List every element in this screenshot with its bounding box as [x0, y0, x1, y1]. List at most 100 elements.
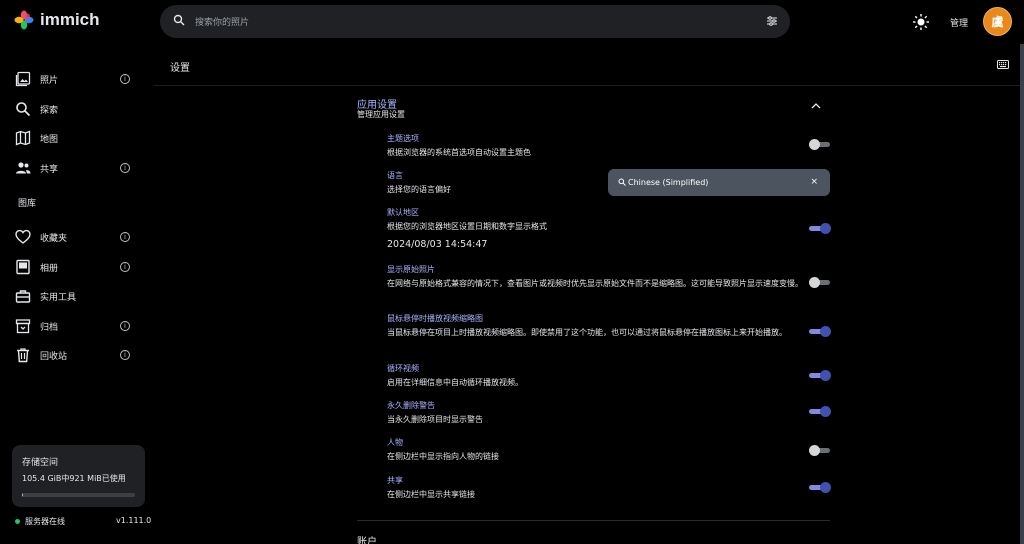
- setting-title: 默认地区: [387, 208, 419, 217]
- setting-title: 鼠标悬停时播放视频缩略图: [387, 314, 483, 323]
- setting-description: 根据浏览器的系统首选项自动设置主题色: [387, 148, 531, 157]
- search-bar[interactable]: 搜索你的照片: [160, 5, 790, 38]
- photos-icon: [15, 71, 31, 87]
- info-icon[interactable]: i: [120, 350, 130, 360]
- keyboard-icon[interactable]: [997, 60, 1009, 70]
- sidebar-item-map[interactable]: 地图: [0, 123, 154, 153]
- chevron-up-icon[interactable]: [811, 102, 821, 110]
- setting-description: 当永久删除项目时显示警告: [387, 415, 483, 424]
- section-subtitle: 管理应用设置: [357, 110, 405, 119]
- sidebar: 照片 i 探索 地图 共享 i 图库 收藏夹 i 相册 i 实用工具 归档 i …: [0, 44, 154, 544]
- setting-description: 在侧边栏中显示共享链接: [387, 490, 475, 499]
- loop-video-toggle[interactable]: [809, 370, 831, 381]
- setting-delete-warning: 永久删除警告 当永久删除项目时显示警告: [387, 400, 807, 426]
- filter-options-icon[interactable]: [766, 15, 778, 27]
- setting-title: 永久删除警告: [387, 401, 435, 410]
- locale-date-preview: 2024/08/03 14:54:47: [387, 239, 488, 250]
- setting-description: 当鼠标悬停在项目上时播放视频缩略图。即使禁用了这个功能，也可以通过将鼠标悬停在播…: [387, 328, 787, 337]
- server-status-label: 服务器在线: [25, 517, 65, 526]
- language-select-value: Chinese (Simplified): [628, 178, 709, 187]
- info-icon[interactable]: i: [120, 74, 130, 84]
- sidebar-item-label: 地图: [40, 135, 59, 145]
- setting-sharing: 共享 在侧边栏中显示共享链接: [387, 475, 807, 501]
- sidebar-item-explore[interactable]: 探索: [0, 94, 154, 124]
- album-icon: [16, 259, 30, 275]
- setting-description: 根据您的浏览器地区设置日期和数字显示格式: [387, 222, 547, 231]
- language-select[interactable]: Chinese (Simplified) ×: [608, 169, 830, 196]
- sidebar-item-label: 实用工具: [40, 293, 77, 303]
- user-avatar[interactable]: 虞: [983, 7, 1012, 36]
- sidebar-item-label: 探索: [40, 106, 59, 116]
- storage-progress-fill: [22, 493, 24, 497]
- top-bar: immich 搜索你的照片 管理 虞: [0, 0, 1024, 44]
- setting-description: 在网络与原始格式兼容的情况下，查看图片或视频时优先显示原始文件而不是缩略图。这可…: [387, 279, 803, 288]
- original-photo-toggle[interactable]: [809, 277, 830, 288]
- search-placeholder: 搜索你的照片: [195, 18, 250, 28]
- setting-theme: 主题选项 根据浏览器的系统首选项自动设置主题色: [387, 133, 807, 159]
- theme-toggle[interactable]: [809, 139, 830, 150]
- setting-title: 人物: [387, 438, 403, 447]
- setting-description: 在侧边栏中显示指向人物的链接: [387, 452, 499, 461]
- storage-progress-bar: [22, 493, 135, 497]
- sidebar-item-archive[interactable]: 归档 i: [0, 311, 154, 341]
- clear-icon[interactable]: ×: [810, 177, 818, 187]
- sidebar-item-label: 回收站: [40, 352, 68, 362]
- theme-toggle-sun-icon[interactable]: [912, 13, 930, 31]
- setting-video-hover: 鼠标悬停时播放视频缩略图 当鼠标悬停在项目上时播放视频缩略图。即使禁用了这个功能…: [387, 313, 807, 339]
- sidebar-item-albums[interactable]: 相册 i: [0, 252, 154, 282]
- storage-card: 存储空间 105.4 GiB中921 MiB已使用: [12, 445, 145, 507]
- sidebar-item-label: 相册: [40, 264, 59, 274]
- video-hover-toggle[interactable]: [809, 326, 831, 337]
- setting-people: 人物 在侧边栏中显示指向人物的链接: [387, 437, 807, 463]
- setting-loop-video: 循环视频 启用在详细信息中自动循环播放视频。: [387, 363, 807, 389]
- search-icon: [618, 178, 626, 186]
- sidebar-item-label: 共享: [40, 165, 59, 175]
- app-name: immich: [40, 10, 100, 29]
- setting-description: 启用在详细信息中自动循环播放视频。: [387, 378, 523, 387]
- people-icon: [16, 162, 31, 174]
- scrollbar[interactable]: [1020, 44, 1024, 544]
- trash-icon: [17, 348, 29, 363]
- locale-toggle[interactable]: [809, 223, 831, 234]
- library-section-label: 图库: [18, 199, 37, 209]
- main-header: 设置: [154, 44, 1024, 86]
- section-divider: [357, 520, 830, 521]
- account-section-title[interactable]: 账户: [357, 533, 377, 544]
- search-icon: [173, 14, 185, 26]
- storage-title: 存储空间: [22, 458, 59, 468]
- sidebar-item-trash[interactable]: 回收站 i: [0, 340, 154, 370]
- storage-usage: 105.4 GiB中921 MiB已使用: [22, 474, 126, 483]
- setting-original-photo: 显示原始照片 在网络与原始格式兼容的情况下，查看图片或视频时优先显示原始文件而不…: [387, 264, 807, 290]
- search-icon: [16, 102, 31, 117]
- setting-title: 显示原始照片: [387, 265, 435, 274]
- people-toggle[interactable]: [809, 445, 830, 456]
- admin-link[interactable]: 管理: [950, 16, 968, 29]
- setting-title: 循环视频: [387, 364, 419, 373]
- setting-title: 主题选项: [387, 134, 419, 143]
- info-icon[interactable]: i: [120, 232, 130, 242]
- sharing-toggle[interactable]: [809, 482, 831, 493]
- sidebar-item-favorites[interactable]: 收藏夹 i: [0, 222, 154, 252]
- status-online-dot: [15, 519, 20, 524]
- sidebar-item-photos[interactable]: 照片 i: [0, 64, 154, 94]
- app-logo[interactable]: immich: [14, 10, 100, 30]
- delete-warning-toggle[interactable]: [809, 406, 831, 417]
- setting-title: 共享: [387, 476, 403, 485]
- map-icon: [15, 130, 31, 146]
- toolbox-icon: [15, 290, 31, 303]
- page-title: 设置: [170, 63, 190, 74]
- sidebar-item-sharing[interactable]: 共享 i: [0, 153, 154, 183]
- setting-locale: 默认地区 根据您的浏览器地区设置日期和数字显示格式 2024/08/03 14:…: [387, 207, 807, 250]
- info-icon[interactable]: i: [120, 163, 130, 173]
- info-icon[interactable]: i: [120, 321, 130, 331]
- sidebar-item-label: 收藏夹: [40, 234, 68, 244]
- server-status: 服务器在线: [15, 516, 65, 527]
- heart-icon: [15, 229, 31, 244]
- version-label[interactable]: v1.111.0: [116, 516, 151, 525]
- sidebar-item-utilities[interactable]: 实用工具: [0, 281, 154, 311]
- sidebar-item-label: 照片: [40, 76, 59, 86]
- archive-icon: [15, 319, 31, 334]
- immich-logo-icon: [14, 10, 34, 30]
- info-icon[interactable]: i: [120, 262, 130, 272]
- sidebar-item-label: 归档: [40, 323, 59, 333]
